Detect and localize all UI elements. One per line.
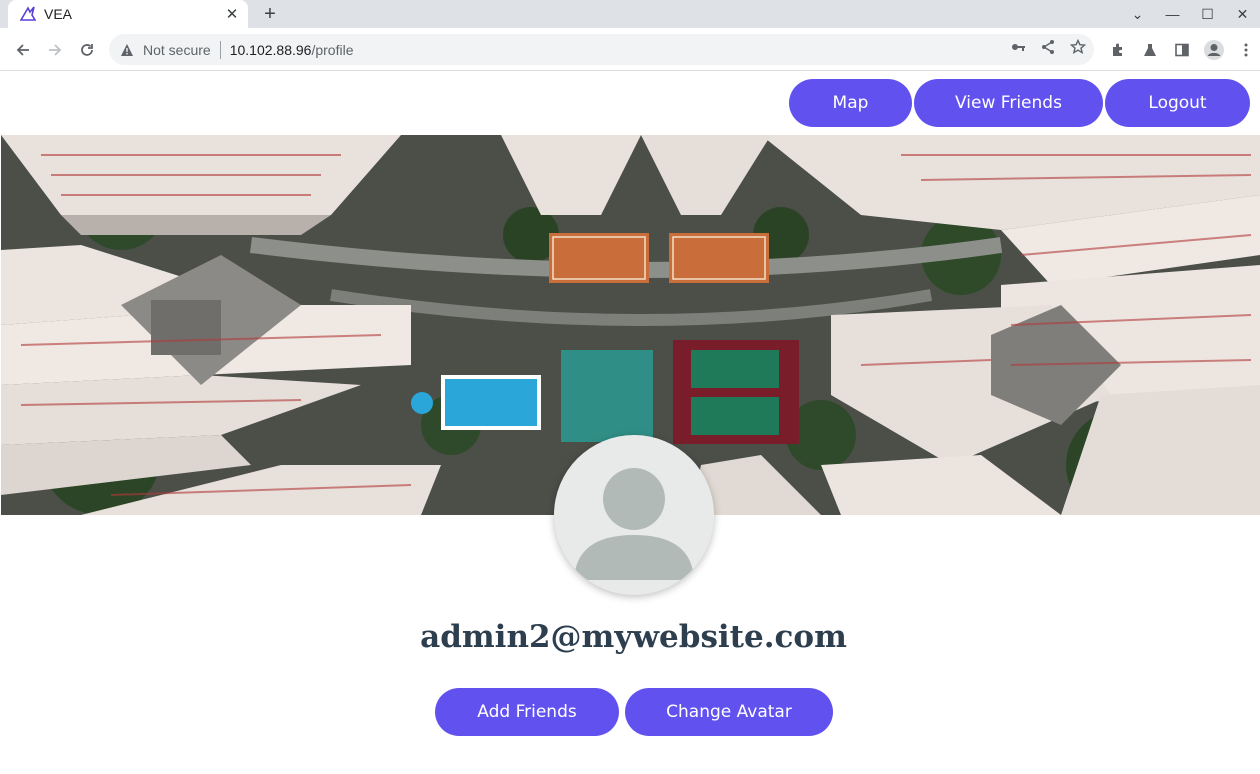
maximize-button[interactable]: ☐: [1190, 6, 1225, 23]
share-icon[interactable]: [1040, 39, 1056, 60]
labs-icon[interactable]: [1136, 36, 1164, 64]
tab-search-icon[interactable]: ⌄: [1120, 6, 1155, 23]
security-status[interactable]: Not secure: [143, 42, 211, 58]
new-tab-button[interactable]: +: [258, 2, 282, 26]
profile-actions: Add Friends Change Avatar: [435, 688, 833, 736]
reload-icon[interactable]: [73, 36, 101, 64]
map-button[interactable]: Map: [789, 79, 912, 127]
close-window-button[interactable]: ✕: [1225, 6, 1260, 23]
browser-tab-strip: VEA ✕ + ⌄ — ☐ ✕: [0, 0, 1260, 28]
user-placeholder-icon: [574, 468, 694, 580]
window-controls: ⌄ — ☐ ✕: [1120, 0, 1260, 28]
warning-icon[interactable]: [119, 42, 135, 58]
logout-button[interactable]: Logout: [1105, 79, 1250, 127]
profile-email: admin2@mywebsite.com: [420, 619, 847, 655]
browser-tab[interactable]: VEA ✕: [8, 0, 248, 28]
side-panel-icon[interactable]: [1168, 36, 1196, 64]
change-avatar-button[interactable]: Change Avatar: [625, 688, 833, 736]
extension-toolbar: [1104, 36, 1260, 64]
address-bar[interactable]: Not secure 10.102.88.96/profile: [109, 34, 1094, 65]
back-icon[interactable]: [9, 36, 37, 64]
url-host[interactable]: 10.102.88.96: [230, 42, 312, 58]
divider: [219, 40, 221, 59]
profile-page: Map View Friends Logout admin2@mywebsite…: [0, 71, 1260, 774]
top-nav: Map View Friends Logout: [789, 79, 1250, 127]
extensions-icon[interactable]: [1104, 36, 1132, 64]
omnibox-actions: [1010, 34, 1087, 65]
menu-icon[interactable]: [1232, 36, 1260, 64]
minimize-button[interactable]: —: [1155, 6, 1190, 22]
add-friends-button[interactable]: Add Friends: [435, 688, 619, 736]
key-icon[interactable]: [1010, 39, 1026, 60]
site-favicon-icon: [20, 6, 36, 22]
profile-avatar: [554, 435, 714, 595]
view-friends-button[interactable]: View Friends: [914, 79, 1103, 127]
forward-icon[interactable]: [41, 36, 69, 64]
star-icon[interactable]: [1069, 38, 1087, 60]
browser-toolbar: Not secure 10.102.88.96/profile: [0, 28, 1260, 71]
tab-close-icon[interactable]: ✕: [222, 4, 242, 24]
url-path[interactable]: /profile: [311, 42, 353, 58]
profile-icon[interactable]: [1200, 36, 1228, 64]
tab-title: VEA: [44, 6, 73, 22]
